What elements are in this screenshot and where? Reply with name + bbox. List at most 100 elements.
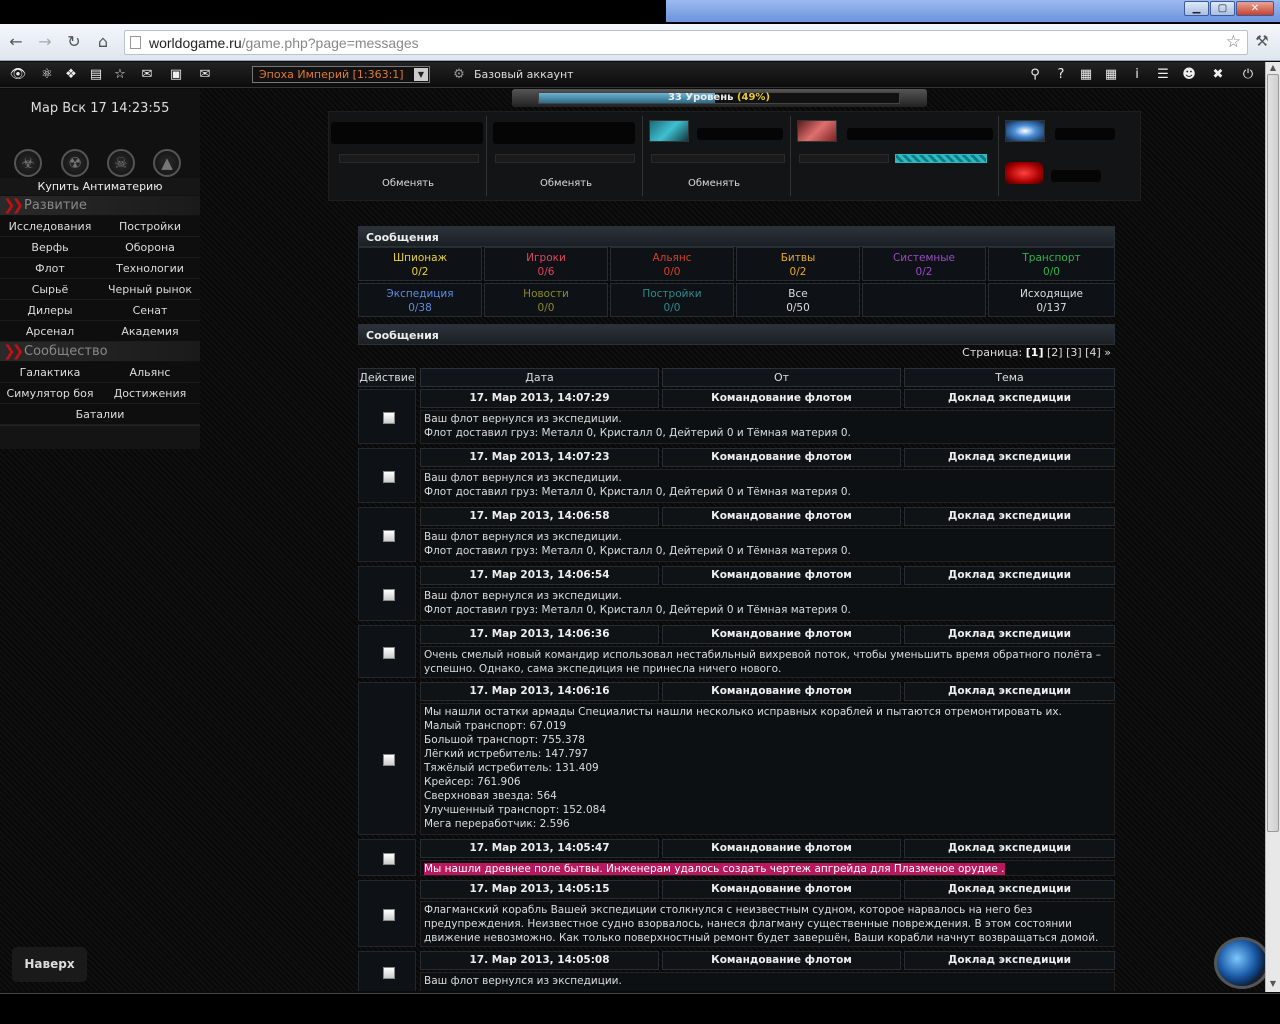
wrench-menu-icon[interactable]: ⚒ [1252, 32, 1272, 52]
message-checkbox[interactable] [383, 647, 395, 659]
exchange-button[interactable]: Обменять [333, 178, 483, 189]
document-icon[interactable]: ☰ [1152, 66, 1174, 84]
message-checkbox[interactable] [383, 589, 395, 601]
nav-buildings[interactable]: Постройки [100, 216, 200, 237]
nav-arsenal[interactable]: Арсенал [0, 321, 100, 342]
category-cell[interactable]: Исходящие 0/137 [988, 283, 1115, 317]
missile-icon[interactable]: ▲ [153, 149, 181, 177]
nav-shipyard[interactable]: Верфь [0, 237, 100, 258]
universe-select[interactable]: Эпоха Империй [1:363:1] ▼ [252, 66, 430, 83]
chat-icon[interactable]: ✉ [136, 66, 158, 84]
message-checkbox[interactable] [383, 967, 395, 979]
fleet-icon[interactable]: ▦ [1075, 66, 1097, 84]
address-bar[interactable]: worldogame.ru/game.php?page=messages ☆ [124, 30, 1248, 55]
page-link[interactable]: [1] [1026, 346, 1044, 359]
ribbon-icon[interactable]: ❖ [60, 66, 82, 84]
message-checkbox[interactable] [383, 530, 395, 542]
page-link[interactable]: [2] [1047, 346, 1063, 359]
category-cell[interactable]: Альянс 0/0 [610, 247, 734, 281]
column-date[interactable]: Дата [420, 368, 659, 387]
message-subject[interactable]: Доклад экспедиции [904, 566, 1115, 585]
message-subject[interactable]: Доклад экспедиции [904, 682, 1115, 701]
nav-senate[interactable]: Сенат [100, 300, 200, 321]
settings-tools-icon[interactable]: ✖ [1207, 66, 1229, 84]
close-window-button[interactable]: ✕ [1236, 1, 1274, 16]
nav-battle-simulator[interactable]: Симулятор боя [0, 383, 100, 404]
stats-chart-icon[interactable]: ▤ [85, 66, 107, 84]
category-cell[interactable]: Игроки 0/6 [484, 247, 608, 281]
nav-defense[interactable]: Оборона [100, 237, 200, 258]
mail-icon[interactable]: ✉ [194, 66, 216, 84]
nav-technologies[interactable]: Технологии [100, 258, 200, 279]
column-subject[interactable]: Тема [904, 368, 1115, 387]
category-cell[interactable]: Новости 0/0 [484, 283, 608, 317]
next-page-link[interactable]: » [1104, 346, 1111, 359]
category-cell[interactable]: Транспорт 0/0 [988, 247, 1115, 281]
category-cell[interactable]: Постройки 0/0 [610, 283, 734, 317]
category-cell[interactable]: Экспедиция 0/38 [358, 283, 482, 317]
message-checkbox[interactable] [383, 412, 395, 424]
scroll-down-icon[interactable]: ▼ [1266, 978, 1280, 990]
nav-alliance[interactable]: Альянс [100, 362, 200, 383]
nav-research[interactable]: Исследования [0, 216, 100, 237]
exchange-button[interactable]: Обменять [491, 178, 641, 189]
message-subject[interactable]: Доклад экспедиции [904, 880, 1115, 899]
message-subject[interactable]: Доклад экспедиции [904, 507, 1115, 526]
message-checkbox[interactable] [383, 471, 395, 483]
buy-antimatter-link[interactable]: Купить Антиматерию [0, 178, 200, 195]
message-subject[interactable]: Доклад экспедиции [904, 951, 1115, 970]
help-icon[interactable]: ? [1050, 66, 1072, 84]
reload-icon[interactable]: ↻ [64, 32, 84, 52]
notes-icon[interactable]: ▦ [1100, 66, 1122, 84]
forward-icon[interactable]: → [35, 32, 55, 52]
message-body: Ваш флот вернулся из экспедиции. Флот дос… [420, 469, 1115, 503]
message-subject[interactable]: Доклад экспедиции [904, 625, 1115, 644]
nav-fleet[interactable]: Флот [0, 258, 100, 279]
buddies-icon[interactable]: ☻ [1178, 66, 1200, 84]
page-link[interactable]: [3] [1066, 346, 1082, 359]
message-checkbox[interactable] [383, 754, 395, 766]
category-cell[interactable]: Шпионаж 0/2 [358, 247, 482, 281]
scrollbar-thumb[interactable] [1267, 74, 1279, 832]
nav-dealers[interactable]: Дилеры [0, 300, 100, 321]
back-to-top-button[interactable]: Наверх [12, 947, 87, 982]
bookmark-star-icon[interactable]: ☆ [1226, 32, 1241, 52]
search-icon[interactable]: ⚲ [1024, 66, 1046, 84]
message-subject[interactable]: Доклад экспедиции [904, 448, 1115, 467]
message-subject[interactable]: Доклад экспедиции [904, 839, 1115, 858]
category-cell[interactable]: Битвы 0/2 [736, 247, 860, 281]
nav-achievements[interactable]: Достижения [100, 383, 200, 404]
column-from[interactable]: От [662, 368, 901, 387]
biohazard-icon[interactable]: ☣ [14, 149, 42, 177]
category-count: 0/0 [663, 266, 681, 278]
overview-eye-icon[interactable]: 👁 [7, 66, 29, 84]
exchange-button[interactable]: Обменять [639, 178, 789, 189]
scroll-up-icon[interactable]: ▲ [1266, 62, 1280, 74]
nav-battles[interactable]: Баталии [0, 404, 200, 425]
page-link[interactable]: [4] [1085, 346, 1101, 359]
message-subject[interactable]: Доклад экспедиции [904, 389, 1115, 408]
minimize-button[interactable]: ▁ [1184, 1, 1209, 16]
nav-academy[interactable]: Академия [100, 321, 200, 342]
nav-black-market[interactable]: Черный рынок [100, 279, 200, 300]
logout-power-icon[interactable]: ⏻ [1237, 66, 1259, 84]
speech-bubble-icon[interactable]: ▣ [165, 66, 187, 84]
globe-orb-icon[interactable] [1214, 937, 1265, 989]
category-cell[interactable]: Системные 0/2 [862, 247, 986, 281]
vertical-scrollbar[interactable]: ▲ ▼ [1265, 62, 1280, 992]
message-checkbox[interactable] [383, 853, 395, 865]
home-icon[interactable]: ⌂ [93, 32, 113, 52]
medal-icon[interactable]: ☆ [109, 66, 131, 84]
message-body: Ваш флот вернулся из экспедиции. Флот дос… [420, 528, 1115, 562]
info-icon[interactable]: i [1126, 66, 1148, 84]
nav-galaxy[interactable]: Галактика [0, 362, 100, 383]
radiation-icon[interactable]: ☢ [61, 149, 89, 177]
nav-resources[interactable]: Сырьё [0, 279, 100, 300]
back-icon[interactable]: ← [6, 32, 26, 52]
skull-icon[interactable]: ☠ [107, 149, 135, 177]
message-checkbox[interactable] [383, 909, 395, 921]
message-date: 17. Мар 2013, 14:05:15 [420, 880, 659, 899]
atom-icon[interactable]: ⚛ [36, 66, 58, 84]
maximize-button[interactable]: ▢ [1210, 1, 1235, 16]
category-cell[interactable]: Все 0/50 [736, 283, 860, 317]
